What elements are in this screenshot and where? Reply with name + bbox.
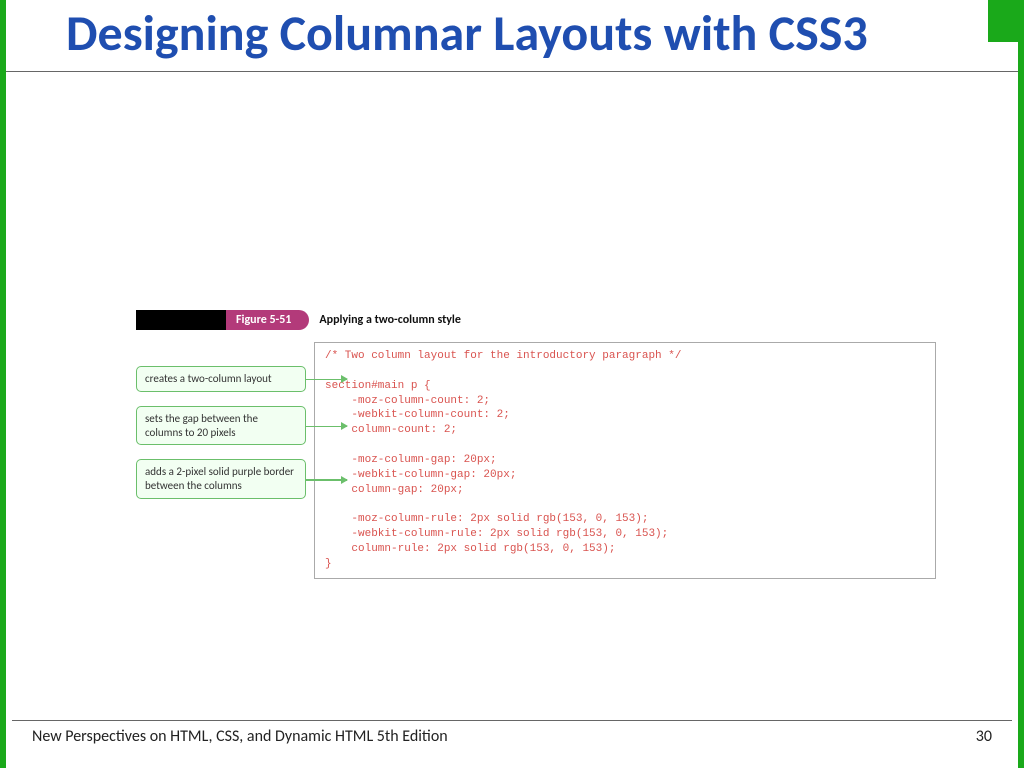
- figure-label-row: Figure 5-51 Applying a two-column style: [136, 310, 936, 330]
- figure-label-bar: [136, 310, 226, 330]
- slide: Designing Columnar Layouts with CSS3 Fig…: [0, 0, 1024, 768]
- page-title: Designing Columnar Layouts with CSS3: [6, 0, 1018, 72]
- figure-block: Figure 5-51 Applying a two-column style …: [136, 310, 936, 579]
- arrow-icon: [305, 379, 347, 381]
- callout-text: adds a 2-pixel solid purple border betwe…: [145, 465, 294, 492]
- callout-text: sets the gap between the columns to 20 p…: [145, 412, 258, 439]
- arrow-icon: [305, 426, 347, 428]
- callout-column: creates a two-column layout sets the gap…: [136, 342, 306, 499]
- figure-caption: Applying a two-column style: [309, 310, 471, 330]
- footer-page-number: 30: [976, 727, 992, 746]
- callout-column-count: creates a two-column layout: [136, 366, 306, 392]
- callout-text: creates a two-column layout: [145, 372, 272, 385]
- accent-bar: [988, 0, 1018, 42]
- footer: New Perspectives on HTML, CSS, and Dynam…: [12, 720, 1012, 746]
- footer-book-title: New Perspectives on HTML, CSS, and Dynam…: [32, 727, 448, 746]
- callout-column-rule: adds a 2-pixel solid purple border betwe…: [136, 459, 306, 499]
- figure-body: creates a two-column layout sets the gap…: [136, 342, 936, 579]
- callout-column-gap: sets the gap between the columns to 20 p…: [136, 406, 306, 446]
- arrow-icon: [305, 479, 347, 481]
- figure-number: Figure 5-51: [226, 310, 309, 330]
- code-sample: /* Two column layout for the introductor…: [314, 342, 936, 579]
